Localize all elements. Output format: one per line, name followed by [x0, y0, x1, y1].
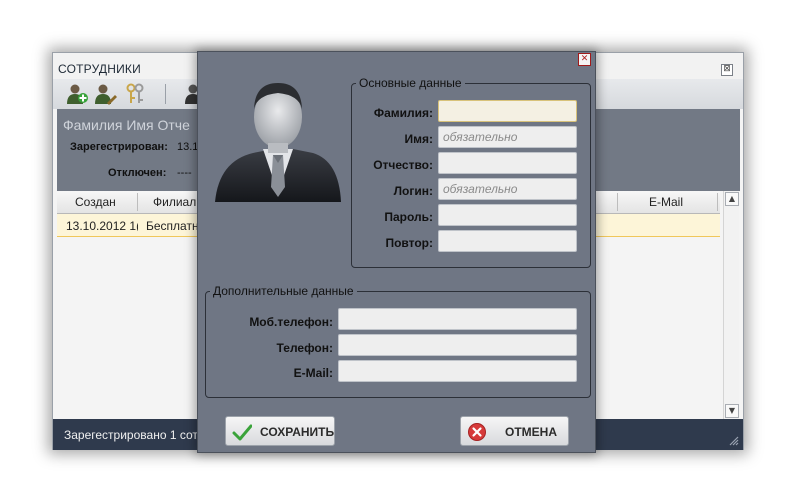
dialog-close-icon[interactable]: ✕ [578, 53, 591, 66]
employees-window-title: СОТРУДНИКИ [58, 62, 141, 76]
cancel-icon [468, 423, 486, 441]
cancel-button-label: ОТМЕНА [505, 425, 557, 439]
password-repeat-label: Повтор: [385, 236, 433, 250]
employee-full-name: Фамилия Имя Отче [63, 117, 190, 133]
mobile-phone-label: Моб.телефон: [249, 315, 333, 329]
last-name-label: Фамилия: [373, 106, 433, 120]
phone-field[interactable] [338, 334, 577, 356]
login-field[interactable] [438, 178, 577, 200]
grid-scrollbar[interactable]: ▲ ▼ [723, 191, 739, 419]
main-data-legend: Основные данные [359, 76, 462, 90]
save-button[interactable]: СОХРАНИТЬ [225, 416, 335, 446]
login-label: Логин: [393, 184, 433, 198]
registered-value: 13.1 [177, 141, 199, 153]
cancel-button[interactable]: ОТМЕНА [460, 416, 569, 446]
toolbar-separator [165, 84, 166, 104]
patronymic-label: Отчество: [373, 158, 433, 172]
extra-data-legend: Дополнительные данные [213, 284, 354, 298]
column-header-branch[interactable]: Филиал [153, 195, 196, 209]
mobile-phone-field[interactable] [338, 308, 577, 330]
employee-avatar [215, 83, 341, 202]
first-name-field[interactable] [438, 126, 577, 148]
column-separator [617, 193, 618, 211]
add-user-icon[interactable] [65, 83, 89, 105]
keys-icon[interactable] [123, 83, 147, 105]
status-text: Зарегестрировано 1 сот [64, 428, 198, 442]
disabled-label: Отключен: [108, 167, 167, 179]
disabled-value: ---- [177, 167, 192, 179]
edit-user-icon[interactable] [93, 83, 117, 105]
phone-label: Телефон: [276, 341, 333, 355]
patronymic-field[interactable] [438, 152, 577, 174]
scroll-up-icon[interactable]: ▲ [725, 192, 739, 206]
column-header-created[interactable]: Создан [75, 195, 116, 209]
password-label: Пароль: [384, 210, 433, 224]
scroll-down-icon[interactable]: ▼ [725, 404, 739, 418]
employee-edit-dialog: ✕ Основные данные Фамилия: Имя: Отчество… [197, 51, 596, 453]
column-separator [137, 193, 138, 211]
password-field[interactable] [438, 204, 577, 226]
column-separator [717, 193, 718, 211]
checkmark-icon [232, 424, 252, 441]
column-header-email[interactable]: E-Mail [649, 195, 683, 209]
password-repeat-field[interactable] [438, 230, 577, 252]
employees-close-icon[interactable]: ⊠ [721, 64, 733, 76]
email-label: E-Mail: [293, 366, 333, 380]
email-field[interactable] [338, 360, 577, 382]
registered-label: Зарегестрирован: [70, 141, 168, 153]
cell-created: 13.10.2012 1( [66, 219, 138, 233]
save-button-label: СОХРАНИТЬ [260, 425, 335, 439]
resize-grip-icon[interactable] [727, 434, 739, 446]
first-name-label: Имя: [404, 132, 434, 146]
last-name-field[interactable] [438, 100, 577, 122]
